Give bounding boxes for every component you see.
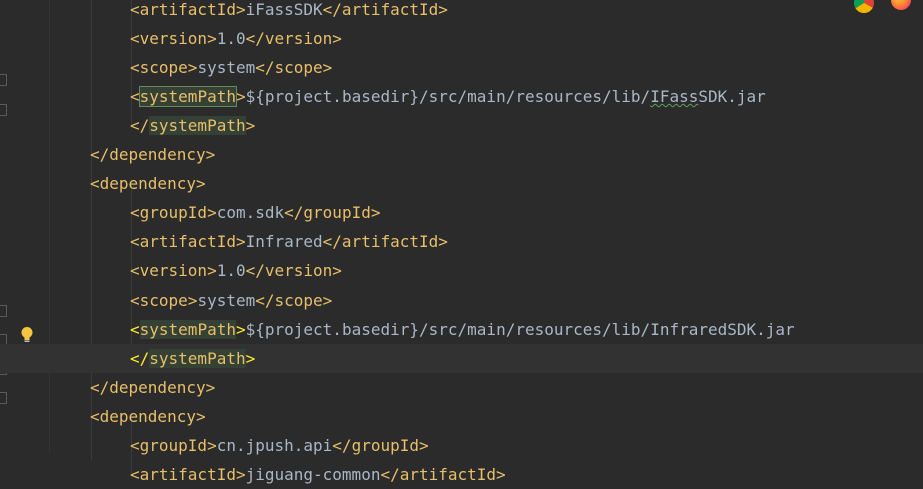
xml-tag-token: systemPath	[139, 319, 236, 339]
fold-marker-icon[interactable]	[0, 392, 7, 404]
code-line[interactable]: <systemPath>${project.basedir}/src/main/…	[50, 82, 923, 111]
code-editor[interactable]: <artifactId>iFassSDK</artifactId> <versio…	[0, 0, 923, 484]
xml-tag-token: <groupId>	[130, 436, 217, 455]
xml-tag-token: </artifactId>	[322, 232, 448, 252]
xml-text-token: jiguang-common	[245, 465, 381, 485]
xml-text-token: ${project.basedir}/src/main/resources/li…	[245, 319, 795, 339]
xml-tag-token: <	[130, 86, 140, 106]
xml-text-token: iFassSDK	[245, 0, 323, 19]
xml-tag-token: <artifactId>	[130, 0, 246, 19]
xml-text-token: system	[197, 290, 256, 310]
code-line[interactable]: <artifactId>iFassSDK</artifactId>	[50, 0, 923, 24]
xml-text-token: com.sdk	[216, 203, 285, 223]
xml-tag-token: </dependency>	[90, 377, 216, 397]
xml-tag-token: </groupId>	[284, 203, 381, 223]
xml-text-token: system	[197, 57, 256, 77]
xml-tag-token: </version>	[245, 261, 342, 281]
xml-text-token: ${project.basedir}/src/main/resources/li…	[245, 86, 651, 106]
xml-tag-token: <scope>	[130, 290, 198, 310]
xml-tag-token: >	[235, 319, 246, 339]
xml-tag-token: <version>	[130, 261, 217, 281]
xml-tag-token: >	[245, 115, 256, 135]
code-line[interactable]: </dependency>	[50, 373, 923, 402]
code-line[interactable]: </systemPath>	[50, 111, 923, 140]
code-line[interactable]: </systemPath>	[0, 343, 923, 373]
xml-tag-token: </scope>	[255, 57, 333, 77]
xml-tag-token: </	[130, 348, 150, 368]
xml-tag-token: </	[130, 115, 150, 135]
code-line[interactable]: <dependency>	[50, 169, 923, 198]
lightbulb-icon[interactable]	[20, 326, 34, 344]
fold-marker-icon[interactable]	[0, 74, 7, 86]
xml-tag-token: <dependency>	[90, 174, 206, 194]
xml-tag-token: </artifactId>	[380, 465, 506, 485]
xml-tag-token: >	[245, 348, 256, 368]
code-line[interactable]: <groupId>com.sdk</groupId>	[50, 198, 923, 227]
xml-tag-token: systemPath	[149, 115, 246, 135]
xml-tag-token: systemPath	[138, 85, 237, 107]
code-line[interactable]: <dependency>	[50, 402, 923, 431]
code-line[interactable]: <artifactId>jiguang-common</artifactId>	[50, 460, 923, 489]
xml-tag-token: >	[235, 86, 246, 106]
editor-gutter[interactable]	[0, 0, 50, 453]
code-line[interactable]: <scope>system</scope>	[50, 53, 923, 82]
xml-tag-token: <artifactId>	[130, 232, 246, 252]
xml-tag-token: IFass	[650, 86, 699, 106]
xml-tag-token: <scope>	[130, 57, 198, 77]
code-line[interactable]: <groupId>cn.jpush.api</groupId>	[50, 431, 923, 460]
xml-text-token: 1.0	[216, 261, 246, 281]
fold-marker-icon[interactable]	[0, 104, 7, 116]
xml-tag-token: </artifactId>	[322, 0, 448, 19]
xml-text-token: Infrared	[245, 232, 323, 252]
xml-tag-token: <version>	[130, 28, 217, 48]
code-line[interactable]: <artifactId>Infrared</artifactId>	[50, 227, 923, 256]
xml-tag-token: </version>	[245, 28, 342, 48]
code-line[interactable]: <scope>system</scope>	[50, 286, 923, 315]
xml-tag-token: <	[130, 319, 140, 339]
xml-tag-token: <groupId>	[130, 203, 217, 223]
code-line[interactable]: <version>1.0</version>	[50, 24, 923, 53]
xml-text-token: cn.jpush.api	[216, 436, 333, 455]
code-line[interactable]: </dependency>	[50, 140, 923, 169]
code-line[interactable]: <version>1.0</version>	[50, 256, 923, 285]
xml-text-token: 1.0	[216, 28, 246, 48]
xml-tag-token: </scope>	[255, 290, 333, 310]
code-line[interactable]: <systemPath>${project.basedir}/src/main/…	[50, 315, 923, 344]
xml-tag-token: </groupId>	[332, 436, 429, 455]
fold-marker-icon[interactable]	[0, 305, 7, 317]
xml-tag-token: systemPath	[149, 348, 246, 368]
xml-tag-token: <dependency>	[90, 406, 206, 426]
xml-tag-token: </dependency>	[90, 145, 216, 164]
xml-tag-token: <artifactId>	[130, 465, 246, 485]
xml-text-token: SDK.jar	[698, 86, 766, 106]
